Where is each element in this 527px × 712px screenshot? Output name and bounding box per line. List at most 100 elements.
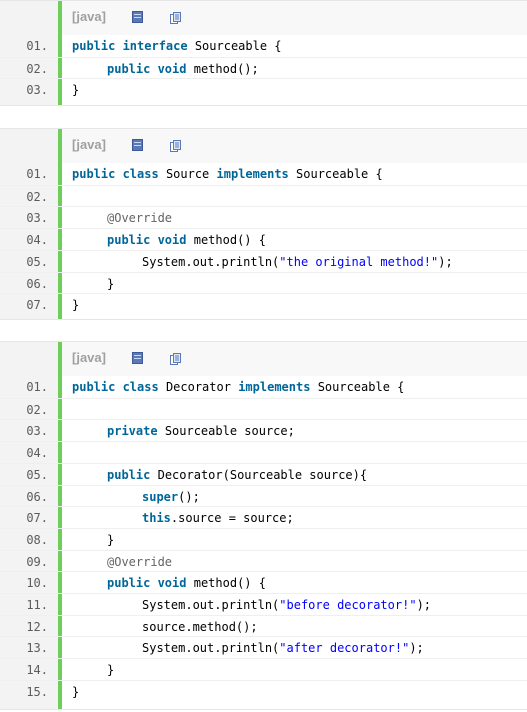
code-toolbar: [java] (62, 342, 527, 376)
line-number: 09. (26, 554, 48, 569)
keyword-token: implements (216, 167, 289, 181)
line-number: 06. (26, 489, 48, 504)
code-line: 02. public void method(); (0, 56, 527, 80)
code-line: 01. public class Decorator implements Sou… (0, 376, 527, 398)
code-text: System.out.println("after decorator!"); (142, 637, 424, 659)
line-number: 14. (26, 663, 48, 678)
code-token: Sourceable source; (164, 424, 295, 439)
line-number: 03. (26, 83, 48, 98)
line-number: 02. (26, 189, 48, 204)
annotation-token: @Override (107, 554, 173, 569)
code-text: public interface Sourceable { (72, 35, 282, 57)
code-line: 03. @Override (0, 206, 527, 228)
line-number: 11. (26, 598, 48, 612)
line-number: 10. (26, 576, 48, 591)
code-toolbar: [java] (62, 1, 527, 35)
code-line: 02. (0, 184, 527, 207)
copy-icon[interactable] (170, 10, 182, 24)
code-block: [java] 01. public class Source implements … (0, 128, 527, 320)
keyword-token: implements (238, 380, 311, 394)
code-text: public void method() { (107, 572, 266, 594)
code-token: .source = source; (170, 511, 294, 526)
code-token: (); (178, 489, 200, 504)
line-number: 13. (26, 641, 48, 656)
line-number: 15. (26, 684, 48, 699)
code-token: System.out.println( (142, 641, 280, 656)
language-label[interactable]: [java] (72, 9, 106, 24)
code-line: 04. public void method() { (0, 228, 527, 250)
string-token: "the original method!" (279, 254, 439, 269)
line-number: 12. (26, 619, 48, 634)
code-block: [java] 01. public interface Sourceable {02… (0, 0, 527, 106)
code-line: 01. public class Source implements Source… (0, 163, 527, 185)
code-text: public class Decorator implements Source… (72, 376, 404, 398)
code-line: 06. super(); (0, 484, 527, 508)
line-number: 08. (26, 532, 48, 547)
code-token: ); (409, 641, 424, 656)
line-number: 01. (26, 167, 48, 181)
code-text: @Override (107, 207, 172, 229)
code-token: } (72, 83, 80, 98)
keyword-token: public (107, 467, 151, 482)
keyword-token: public interface (72, 39, 188, 53)
code-text: } (72, 294, 79, 316)
code-text: public void method(); (107, 58, 259, 80)
code-text: } (72, 79, 79, 101)
code-line: 13. System.out.println("after decorator!"… (0, 636, 527, 658)
code-line: 12. source.method(); (0, 614, 527, 638)
code-block: [java] 01. public class Decorator implemen… (0, 341, 527, 710)
line-number: 02. (26, 402, 48, 417)
code-line: 08.} (0, 527, 527, 551)
code-text: } (107, 659, 114, 681)
code-line: 05. System.out.println("the original meth… (0, 249, 527, 273)
code-token: Sourceable { (317, 380, 405, 394)
line-number: 04. (26, 233, 48, 248)
copy-icon[interactable] (170, 138, 182, 152)
line-number: 07. (26, 298, 48, 313)
keyword-token: public void (107, 576, 187, 591)
code-text: source.method(); (142, 616, 258, 638)
code-line: 05. public Decorator(Sourceable source){ (0, 462, 527, 485)
code-token: System.out.println( (142, 598, 280, 612)
code-line: 07.} (0, 293, 527, 315)
code-token: } (107, 663, 115, 678)
view-plain-icon[interactable] (132, 11, 143, 23)
language-label[interactable]: [java] (72, 137, 106, 152)
line-number: 01. (26, 380, 48, 394)
keyword-token: public void (107, 61, 187, 76)
keyword-token: super (142, 489, 179, 504)
line-number: 04. (26, 446, 48, 461)
copy-icon[interactable] (170, 351, 182, 365)
code-token: Source (165, 167, 210, 181)
code-token: method() { (193, 233, 266, 248)
code-line: 02. (0, 397, 527, 420)
language-label[interactable]: [java] (72, 350, 106, 365)
code-line: 11. System.out.println("before decorator!… (0, 593, 527, 615)
code-token: } (107, 276, 115, 291)
code-toolbar: [java] (62, 129, 527, 163)
code-text: @Override (107, 551, 172, 573)
code-text: private Sourceable source; (107, 420, 295, 442)
code-text: } (107, 529, 114, 551)
code-token: } (107, 532, 115, 547)
line-number: 03. (26, 211, 48, 226)
code-line: 14.} (0, 658, 527, 680)
code-text: System.out.println("the original method!… (142, 251, 453, 273)
line-number: 06. (26, 276, 48, 291)
code-text: this.source = source; (142, 507, 294, 529)
code-text: System.out.println("before decorator!"); (142, 594, 431, 616)
keyword-token: public void (107, 233, 187, 248)
code-text: super(); (142, 486, 200, 508)
line-number: 05. (26, 467, 48, 482)
string-token: "after decorator!" (279, 641, 410, 656)
code-token: method() { (193, 576, 266, 591)
code-token: source.method(); (142, 619, 258, 634)
view-plain-icon[interactable] (132, 139, 143, 151)
code-text: public class Source implements Sourceabl… (72, 163, 383, 185)
code-token: Sourceable { (296, 167, 383, 181)
code-token: ); (438, 254, 453, 269)
code-token: Decorator(Sourceable source){ (157, 467, 368, 482)
code-token: ); (416, 598, 432, 612)
view-plain-icon[interactable] (132, 352, 143, 364)
code-line: 03.} (0, 78, 527, 100)
